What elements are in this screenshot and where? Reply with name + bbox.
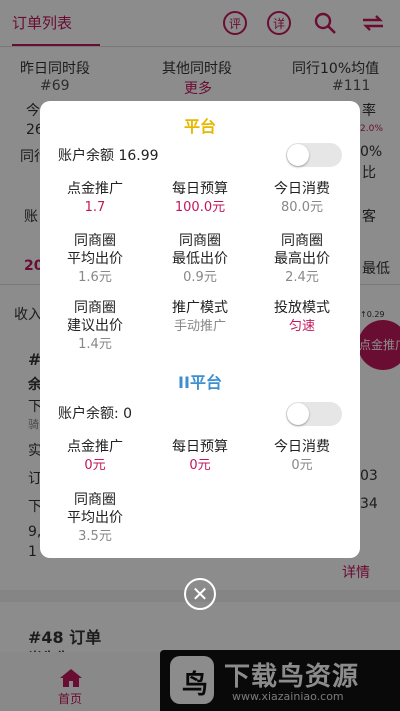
promo-dialog: 平台 账户余额 16.99 点金推广 1.7 每日预算 100.0元 今日消费 80.0元… [40,101,360,558]
close-icon[interactable]: ✕ [184,578,216,610]
stat-cell: 同商圈建议出价 1.4元 [45,299,145,353]
stat-cell-label: 每日预算 [172,439,228,455]
stat-cell-label: 同商圈 [281,233,323,249]
stat-cell-label: 今日消费 [274,181,330,197]
stat-cell-value: 100.0元 [174,200,226,215]
stat-cell: 每日预算 100.0元 [150,180,250,216]
stat-cell-label: 最低出价 [172,251,228,267]
stat-cell-label: 最高出价 [274,251,330,267]
stat-cell-value: 0元 [291,458,313,473]
stat-cell: 今日消费 0元 [252,438,352,474]
section-title-platform: 平台 [183,117,216,136]
stat-cell: 同商圈最高出价 2.4元 [252,232,352,286]
stat-cell-label: 建议出价 [67,318,123,334]
stat-cell-value: 80.0元 [281,200,323,215]
stat-cell: 推广模式 手动推广 [150,299,250,335]
stat-cell-label: 点金推广 [67,439,123,455]
stat-cell-label: 点金推广 [67,181,123,197]
stat-cell-value: 匀速 [288,319,315,334]
platform-toggle[interactable] [286,143,342,167]
stat-cell-label: 平均出价 [67,251,123,267]
stat-cell: 点金推广 0元 [45,438,145,474]
stat-cell-value: 0.9元 [183,270,217,285]
stat-cell: 同商圈最低出价 0.9元 [150,232,250,286]
section-title-platform-2: II平台 [178,373,222,392]
stat-cell: 每日预算 0元 [150,438,250,474]
toggle-knob [287,403,309,425]
stat-cell-label: 每日预算 [172,181,228,197]
stat-cell-label: 投放模式 [274,300,330,316]
account-balance: 账户余额 16.99 [58,148,159,164]
stat-cell-value: 1.4元 [78,337,112,352]
stat-cell-value: 0元 [189,458,211,473]
stat-cell-value: 3.5元 [78,529,112,544]
stat-cell: 同商圈平均出价 3.5元 [45,491,145,545]
stat-cell: 投放模式 匀速 [252,299,352,335]
stat-cell: 点金推广 1.7 [45,180,145,216]
stat-cell-label: 同商圈 [74,300,116,316]
stat-cell-value: 0元 [84,458,106,473]
stat-cell: 同商圈平均出价 1.6元 [45,232,145,286]
platform-2-toggle[interactable] [286,402,342,426]
stat-cell-label: 同商圈 [74,233,116,249]
stat-cell-value: 2.4元 [285,270,319,285]
stat-cell-label: 同商圈 [179,233,221,249]
stat-cell-label: 平均出价 [67,510,123,526]
stat-cell-value: 1.7 [84,200,106,215]
toggle-knob [287,144,309,166]
account-balance-2: 账户余额: 0 [58,406,133,422]
stat-cell-label: 同商圈 [74,492,116,508]
stat-cell-value: 1.6元 [78,270,112,285]
stat-cell: 今日消费 80.0元 [252,180,352,216]
stat-cell-label: 今日消费 [274,439,330,455]
stat-cell-value: 手动推广 [173,319,226,334]
stat-cell-label: 推广模式 [172,300,228,316]
